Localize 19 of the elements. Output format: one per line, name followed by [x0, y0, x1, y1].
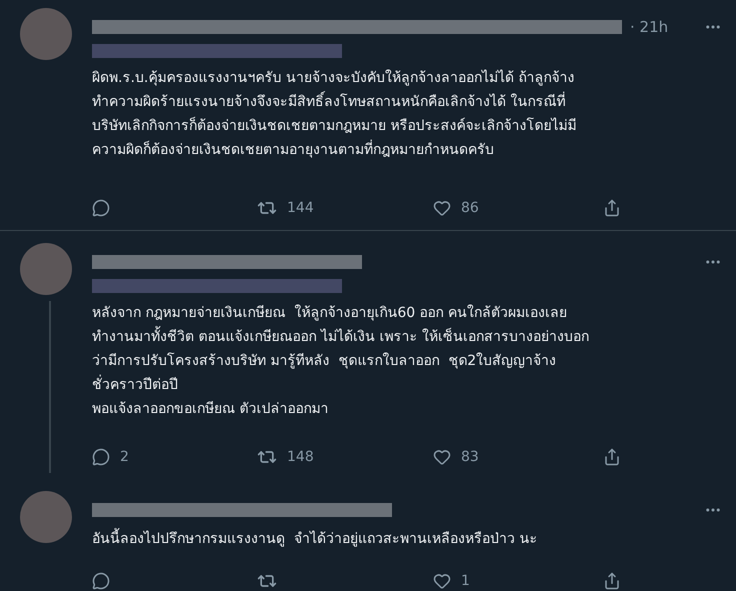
like-icon [433, 572, 451, 590]
tweet-text: ผิดพ.ร.บ.คุ้มครองแรงงานฯครับ นายจ้างจะบังคับให้ลูกจ้างลาออกไม่ได้ ถ้าลูกจ้าง ทำความผิดร้ายแรงนายจ้างจึงจะมีสิทธิ์ลงโทษสถานหนักคือเลิกจ้างได้ ในกรณีที่ บริษัทเลิกกิจการก็ต้องจ่ายเงินชดเชยตามกฎหมาย หรือประสงค์จะเลิกจ้างโดยไม่มี ความผิดก็ต้องจ่ายเงินชดเชยตามอายุงานตามที่กฎหมายกำหนดครับ [92, 68, 578, 160]
like-icon [433, 199, 451, 217]
reply-icon [92, 572, 110, 590]
like-button[interactable]: 83 [433, 448, 603, 466]
tweet-text: อันนี้ลองไปปรึกษากรมแรงงานดู จำได้ว่าอยู่แถวสะพานเหลืองหรือป่าว นะ [92, 527, 722, 551]
tweet-text: หลังจาก กฎหมายจ่ายเงินเกษียณ ให้ลูกจ้างอายุเกิน60 ออก คนใกล้ตัวผมเองเลย ทำงานมาทั้งชีวิต ตอนแจ้งเกษียณออก ไม่ได้เงิน เพราะ ให้เซ็นเอกสารบางอย่างบอก ว่ามีการปรับโครงสร้างบริษัท มารู้ทีหลัง ชุดแรกใบลาออก ชุด2ใบสัญญาจ้าง ชั่วคราวปีต่อปี พอแจ้งลาออกขอเกษียณ ตัวเปล่าออกมา [92, 304, 590, 419]
like-icon [433, 448, 451, 466]
share-icon [603, 448, 621, 466]
share-icon [603, 199, 621, 217]
reply-button[interactable]: 2 [92, 448, 257, 466]
retweet-button[interactable]: 144 [257, 198, 433, 218]
tweet-time: · 21h [630, 18, 668, 36]
retweet-button[interactable]: 148 [257, 447, 433, 467]
like-button[interactable]: 86 [433, 199, 603, 217]
reply-icon [92, 448, 110, 466]
reply-icon [92, 199, 110, 217]
like-button[interactable]: 1 [433, 572, 603, 590]
share-icon [603, 572, 621, 590]
